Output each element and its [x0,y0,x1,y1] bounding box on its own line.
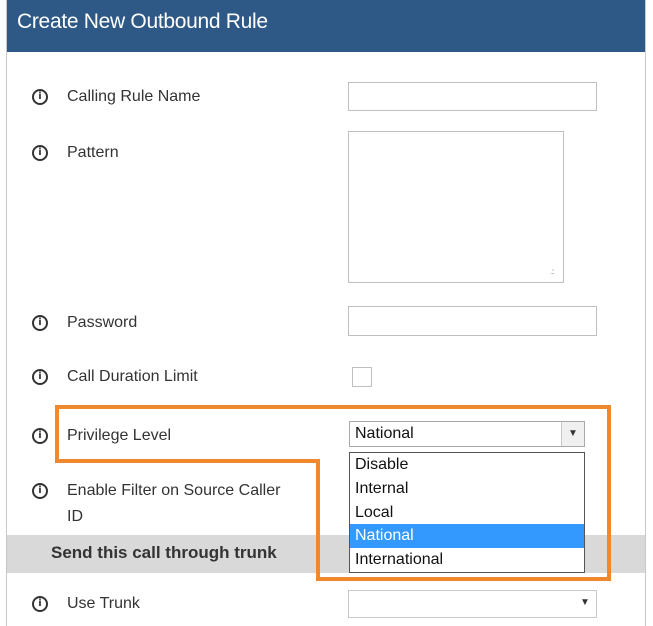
calling-rule-name-input[interactable] [348,82,597,111]
info-icon[interactable]: i [32,596,48,612]
dropdown-option-local[interactable]: Local [350,501,584,525]
dropdown-option-internal[interactable]: Internal [350,477,584,501]
privilege-level-label: Privilege Level [67,427,172,444]
pattern-label: Pattern [67,144,119,161]
chevron-down-icon[interactable]: ▼ [561,422,584,446]
highlight-bottom-edge [316,577,611,581]
privilege-level-dropdown-list[interactable]: Disable Internal Local National Internat… [349,452,585,573]
privilege-level-value: National [355,425,414,442]
dialog-title-bar: Create New Outbound Rule [7,0,645,52]
highlight-left-edge [55,405,59,463]
call-duration-limit-checkbox[interactable] [352,367,372,387]
info-icon[interactable]: i [32,483,48,499]
dropdown-option-disable[interactable]: Disable [350,453,584,477]
highlight-inner-left-edge [316,459,320,581]
highlight-inner-bottom-edge [55,459,320,463]
info-icon[interactable]: i [32,89,48,105]
info-icon[interactable]: i [32,315,48,331]
calling-rule-name-label: Calling Rule Name [67,88,201,105]
info-icon[interactable]: i [32,428,48,444]
highlight-right-edge [607,405,611,581]
password-input[interactable] [348,306,597,336]
enable-filter-label-line1: Enable Filter on Source Caller [67,482,281,499]
dialog-title: Create New Outbound Rule [17,10,268,33]
call-duration-limit-label: Call Duration Limit [67,368,198,385]
trunk-section-heading: Send this call through trunk [51,543,277,562]
use-trunk-label: Use Trunk [67,595,140,612]
pattern-textarea[interactable]: .:: [348,131,564,283]
resize-grip-icon[interactable]: .:: [550,268,560,279]
password-label: Password [67,314,138,331]
highlight-top-edge [55,405,611,409]
dropdown-option-national[interactable]: National [350,524,584,549]
privilege-level-select[interactable]: National ▼ [349,421,585,447]
info-icon[interactable]: i [32,369,48,385]
chevron-down-icon[interactable]: ▼ [574,591,596,617]
dropdown-option-international[interactable]: International [350,548,584,572]
enable-filter-label-line2: ID [67,508,83,525]
use-trunk-select[interactable]: ▼ [348,590,597,618]
info-icon[interactable]: i [32,145,48,161]
